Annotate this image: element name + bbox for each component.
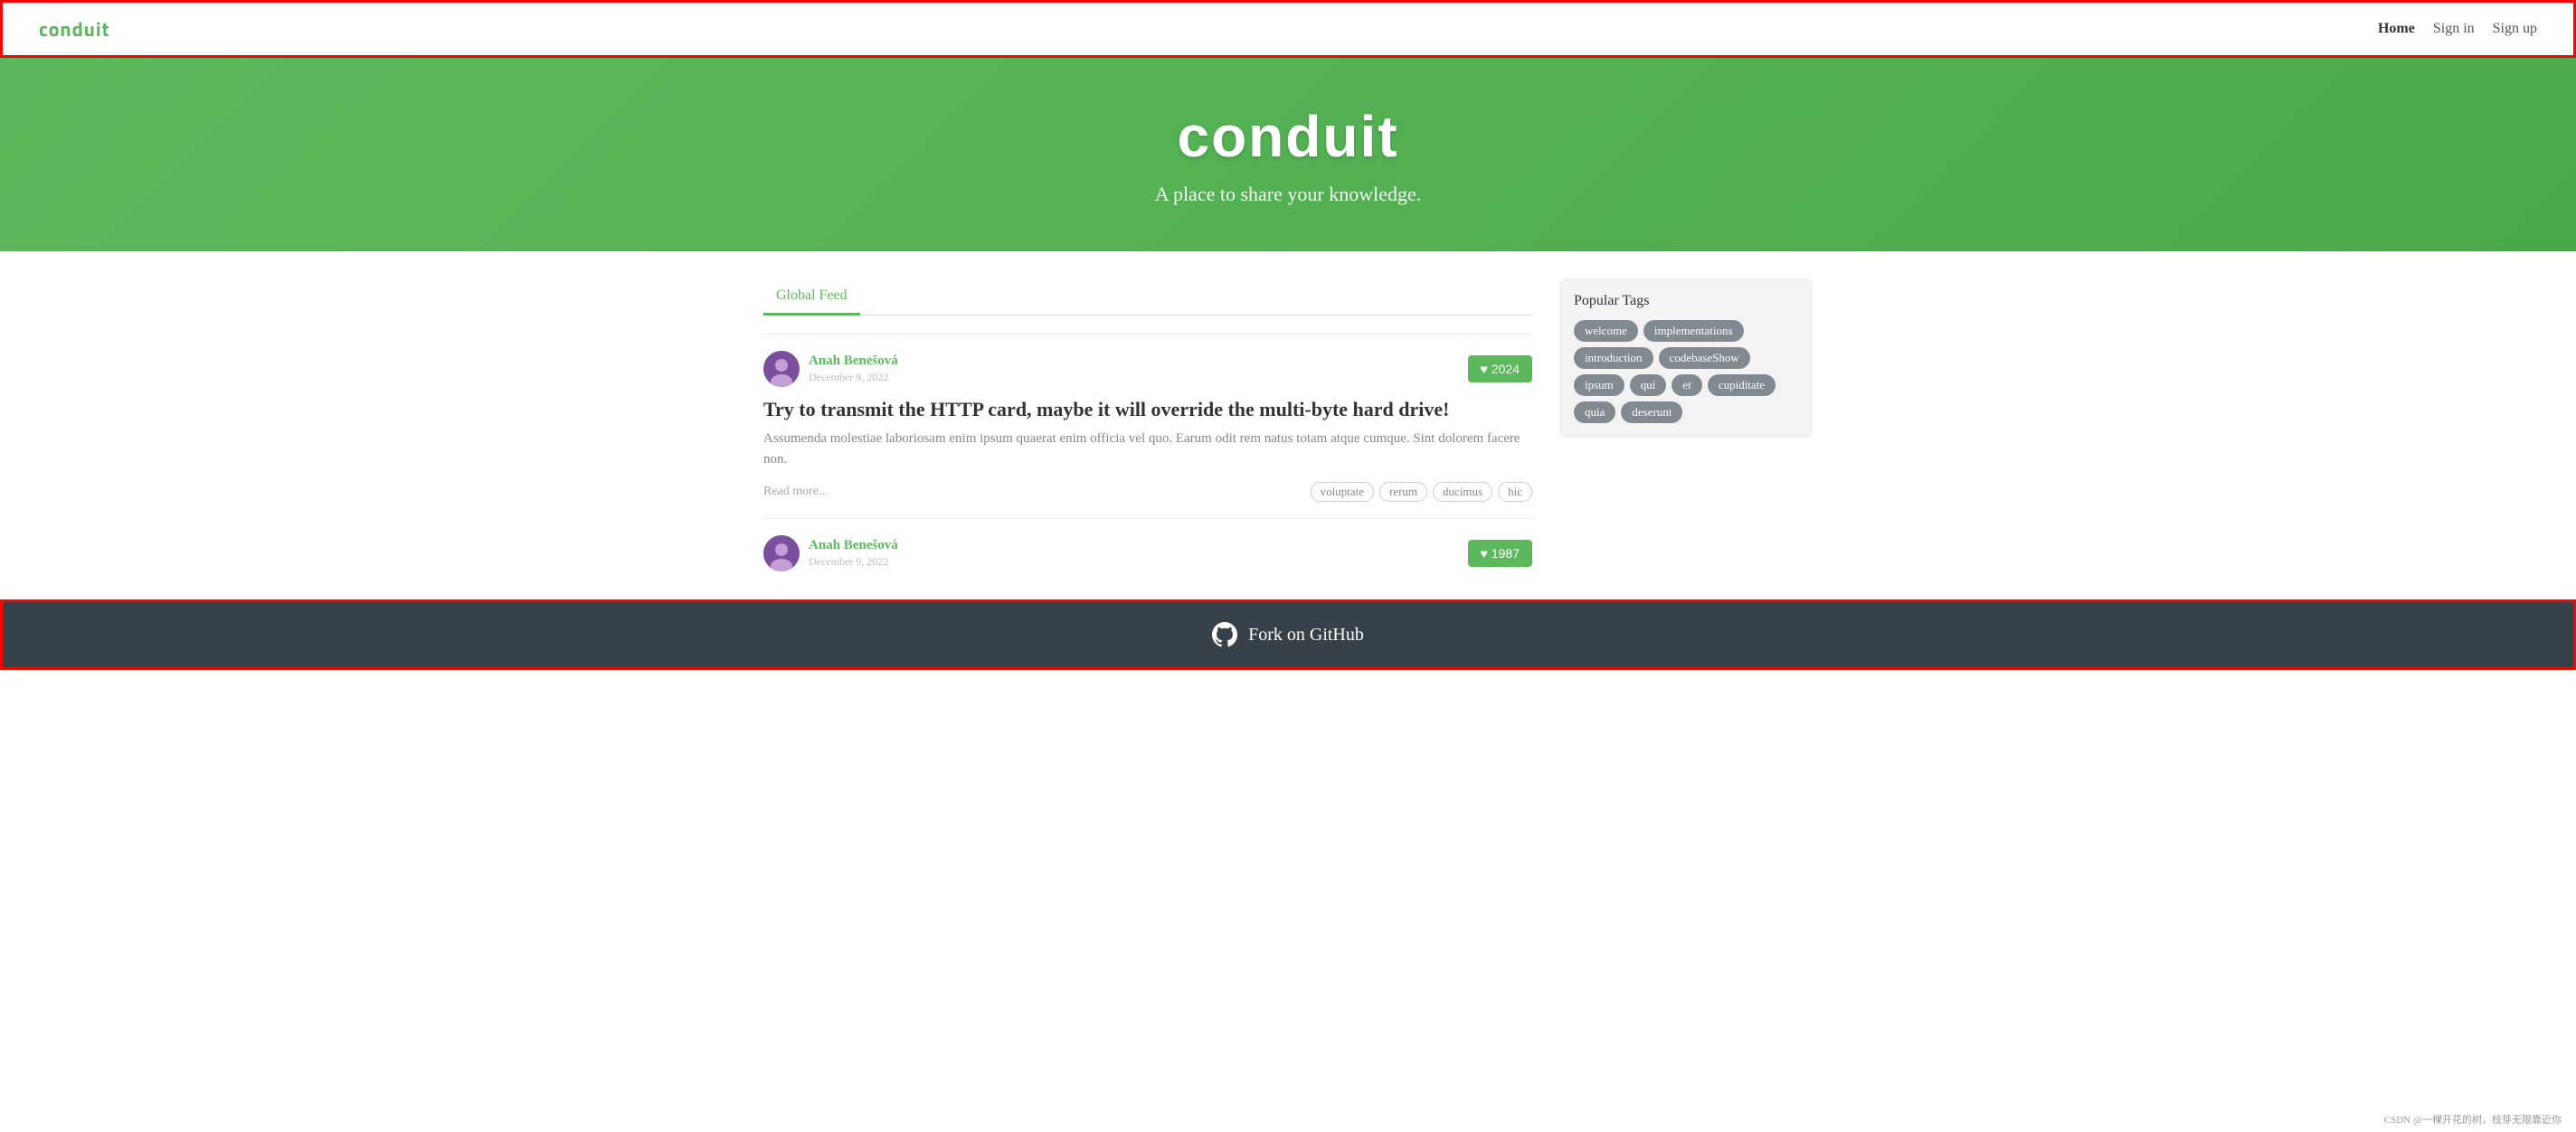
- article-meta: Anah Benešová December 9, 2022 ♥ 2024: [763, 351, 1532, 387]
- like-button[interactable]: ♥ 2024: [1468, 355, 1532, 382]
- tag-cupiditate[interactable]: cupiditate: [1708, 374, 1776, 396]
- like-button-2[interactable]: ♥ 1987: [1468, 540, 1532, 567]
- author-name[interactable]: Anah Benešová: [809, 354, 898, 369]
- navbar: conduit Home Sign in Sign up: [0, 0, 2576, 58]
- github-icon: [1212, 622, 1237, 647]
- main-container: Global Feed Anah Benešová December 9, 20: [745, 251, 1831, 599]
- watermark: CSDN @一棵开花的树，枝芽无限靠近你: [2384, 1112, 2562, 1127]
- nav-item-signup[interactable]: Sign up: [2493, 21, 2537, 37]
- tag-hic[interactable]: hic: [1498, 482, 1532, 502]
- heart-icon: ♥: [1481, 362, 1488, 376]
- nav-link-signin[interactable]: Sign in: [2433, 21, 2475, 36]
- feed-tabs: Global Feed: [763, 278, 1532, 316]
- footer-label[interactable]: Fork on GitHub: [1248, 625, 1364, 646]
- tag-implementations[interactable]: implementations: [1643, 320, 1744, 342]
- tag-qui[interactable]: qui: [1630, 374, 1667, 396]
- tag-voluptate[interactable]: voluptate: [1311, 482, 1374, 502]
- navbar-nav: Home Sign in Sign up: [2378, 21, 2537, 37]
- article-date-2: December 9, 2022: [809, 555, 888, 568]
- navbar-brand[interactable]: conduit: [39, 14, 110, 44]
- tag-welcome[interactable]: welcome: [1574, 320, 1638, 342]
- tag-quia[interactable]: quia: [1574, 401, 1615, 423]
- nav-link-signup[interactable]: Sign up: [2493, 21, 2537, 36]
- tag-introduction[interactable]: introduction: [1574, 347, 1653, 369]
- popular-tags-title: Popular Tags: [1574, 293, 1798, 309]
- nav-item-signin[interactable]: Sign in: [2433, 21, 2475, 37]
- tab-global-feed[interactable]: Global Feed: [763, 278, 860, 316]
- tag-codebaseshow[interactable]: codebaseShow: [1659, 347, 1750, 369]
- tag-ducimus[interactable]: ducimus: [1433, 482, 1492, 502]
- author-details: Anah Benešová December 9, 2022: [809, 354, 898, 385]
- hero-subtitle: A place to share your knowledge.: [18, 183, 2558, 206]
- nav-item-home[interactable]: Home: [2378, 21, 2415, 37]
- tag-ipsum[interactable]: ipsum: [1574, 374, 1624, 396]
- article-card: Anah Benešová December 9, 2022 ♥ 2024 Tr…: [763, 334, 1532, 518]
- popular-tags-box: Popular Tags welcome implementations int…: [1559, 278, 1813, 438]
- author-info: Anah Benešová December 9, 2022: [763, 351, 898, 387]
- article-card-partial: Anah Benešová December 9, 2022 ♥ 1987: [763, 518, 1532, 572]
- tag-deserunt[interactable]: deserunt: [1621, 401, 1682, 423]
- heart-icon-2: ♥: [1481, 546, 1488, 561]
- feed-section: Global Feed Anah Benešová December 9, 20: [763, 278, 1532, 572]
- sidebar: Popular Tags welcome implementations int…: [1559, 278, 1813, 572]
- nav-link-home[interactable]: Home: [2378, 21, 2415, 36]
- article-footer: Read more... voluptate rerum ducimus hic: [763, 482, 1532, 502]
- like-count: 2024: [1492, 362, 1520, 376]
- author-name-2[interactable]: Anah Benešová: [809, 538, 898, 553]
- avatar: [763, 351, 800, 387]
- article-meta-2: Anah Benešová December 9, 2022 ♥ 1987: [763, 535, 1532, 571]
- tag-et[interactable]: et: [1672, 374, 1701, 396]
- author-info-2: Anah Benešová December 9, 2022: [763, 535, 898, 571]
- like-count-2: 1987: [1492, 546, 1520, 561]
- author-details-2: Anah Benešová December 9, 2022: [809, 538, 898, 570]
- read-more-link[interactable]: Read more...: [763, 485, 829, 499]
- hero-title: conduit: [18, 103, 2558, 170]
- article-title[interactable]: Try to transmit the HTTP card, maybe it …: [763, 398, 1532, 421]
- tags-cloud: welcome implementations introduction cod…: [1574, 320, 1798, 423]
- footer: Fork on GitHub: [0, 599, 2576, 670]
- avatar-2: [763, 535, 800, 571]
- article-date: December 9, 2022: [809, 371, 888, 383]
- article-excerpt: Assumenda molestiae laboriosam enim ipsu…: [763, 429, 1532, 469]
- hero-banner: conduit A place to share your knowledge.: [0, 58, 2576, 251]
- article-tags: voluptate rerum ducimus hic: [1311, 482, 1532, 502]
- tag-rerum[interactable]: rerum: [1379, 482, 1427, 502]
